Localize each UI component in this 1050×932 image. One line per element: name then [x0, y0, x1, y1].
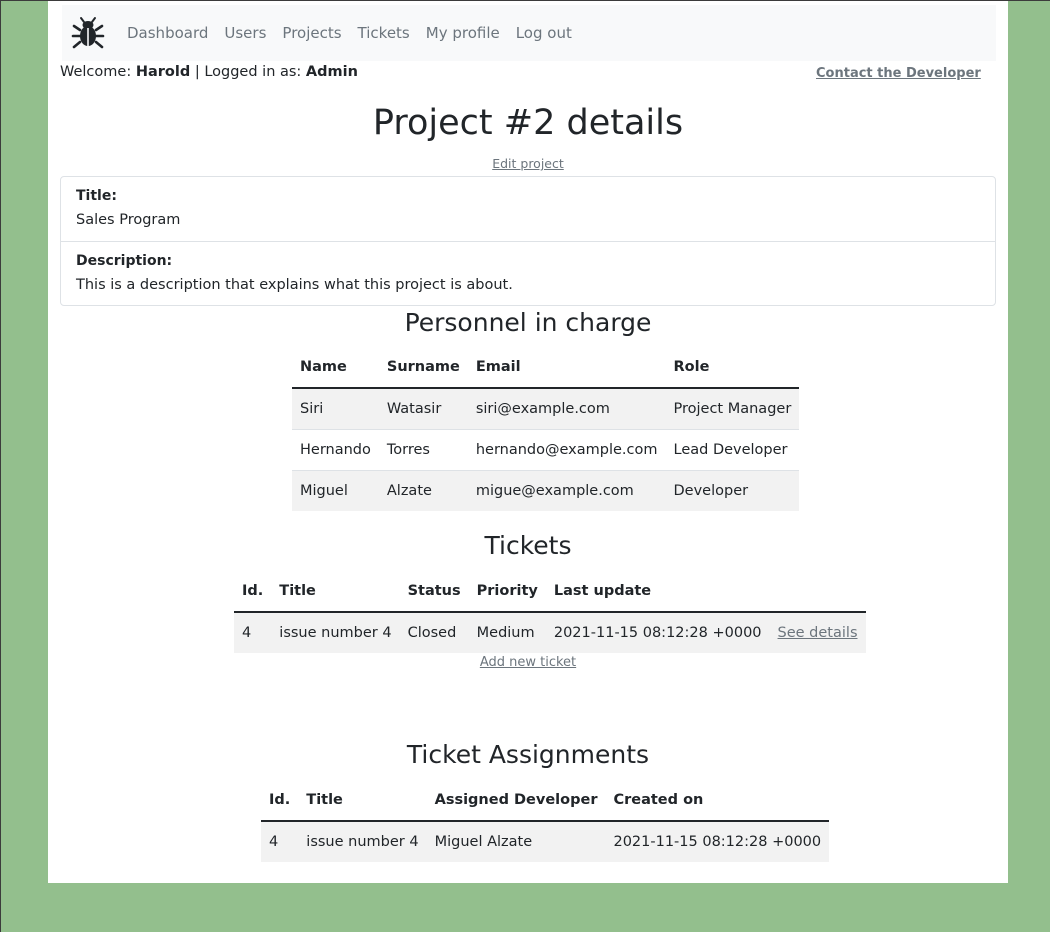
page-container: Dashboard Users Projects Tickets My prof… [48, 1, 1008, 883]
ticket-title: issue number 4 [271, 611, 400, 653]
project-description-label: Description: [76, 253, 173, 269]
welcome-user: Harold [135, 64, 191, 80]
column-header: Priority [468, 571, 546, 613]
table-cell: Hernando [292, 429, 379, 471]
table-row: 4 issue number 4 Miguel Alzate 2021-11-1… [261, 820, 830, 862]
column-header: Surname [378, 347, 468, 389]
column-header: Created on [605, 780, 830, 822]
column-header: Status [399, 571, 469, 613]
column-header: Last update [545, 571, 770, 613]
table-cell: Miguel [292, 470, 379, 511]
tickets-header-row: Id. Title Status Priority Last update [234, 571, 866, 613]
project-title-item: Title: Sales Program [61, 177, 995, 241]
welcome-separator: | Logged in as: [190, 64, 306, 80]
column-header: Title [298, 780, 427, 822]
table-cell: Watasir [378, 387, 468, 430]
nav-dashboard[interactable]: Dashboard [127, 24, 208, 42]
nav-projects[interactable]: Projects [282, 24, 341, 42]
table-cell: Torres [378, 429, 468, 471]
table-row: Hernando Torres hernando@example.com Lea… [292, 429, 800, 471]
nav-my-profile[interactable]: My profile [426, 24, 500, 42]
table-cell: Alzate [378, 470, 468, 511]
table-cell: 2021-11-15 08:12:28 +0000 [605, 820, 830, 862]
welcome-prefix: Welcome: [60, 64, 136, 80]
column-header-empty [769, 571, 866, 613]
nav-users[interactable]: Users [224, 24, 266, 42]
ticket-last-update: 2021-11-15 08:12:28 +0000 [545, 611, 770, 653]
table-cell: Lead Developer [665, 429, 800, 471]
edit-project-link[interactable]: Edit project [492, 156, 564, 171]
assignments-table: Id. Title Assigned Developer Created on … [261, 780, 830, 862]
tickets-table: Id. Title Status Priority Last update 4 … [234, 571, 866, 653]
add-ticket-container: Add new ticket [48, 655, 1008, 670]
personnel-header-row: Name Surname Email Role [292, 347, 800, 389]
page-title: Project #2 details [372, 103, 684, 143]
personnel-table: Name Surname Email Role Siri Watasir sir… [292, 347, 800, 511]
table-cell: migue@example.com [467, 470, 666, 511]
table-cell: Project Manager [665, 387, 800, 430]
column-header: Name [292, 347, 379, 389]
column-header: Assigned Developer [426, 780, 606, 822]
left-border [0, 0, 1, 932]
table-row: 4 issue number 4 Closed Medium 2021-11-1… [234, 611, 866, 653]
column-header: Title [271, 571, 400, 613]
nav-log-out[interactable]: Log out [516, 24, 572, 42]
column-header: Role [665, 347, 800, 389]
project-description-item: Description: This is a description that … [61, 241, 995, 306]
welcome-role: Admin [305, 64, 358, 80]
project-info-card: Title: Sales Program Description: This i… [60, 176, 996, 306]
tickets-heading: Tickets [484, 531, 572, 560]
welcome-message: Welcome: Harold | Logged in as: Admin [60, 64, 358, 80]
assignments-heading: Ticket Assignments [406, 740, 650, 769]
table-cell: 4 [261, 820, 299, 862]
nav-tickets[interactable]: Tickets [358, 24, 410, 42]
project-description-value: This is a description that explains what… [76, 277, 513, 293]
column-header: Id. [261, 780, 299, 822]
personnel-heading: Personnel in charge [404, 308, 652, 337]
edit-project-container: Edit project [48, 156, 1008, 171]
table-cell: Developer [665, 470, 800, 511]
contact-developer-link[interactable]: Contact the Developer [816, 66, 981, 81]
add-new-ticket-link[interactable]: Add new ticket [480, 655, 576, 670]
table-cell: Siri [292, 387, 379, 430]
see-details-link[interactable]: See details [778, 625, 858, 641]
column-header: Id. [234, 571, 272, 613]
table-cell: Miguel Alzate [426, 820, 606, 862]
ticket-id: 4 [234, 611, 272, 653]
column-header: Email [467, 347, 666, 389]
ticket-details-cell: See details [769, 611, 866, 653]
table-cell: siri@example.com [467, 387, 666, 430]
table-cell: issue number 4 [298, 820, 427, 862]
table-row: Miguel Alzate migue@example.com Develope… [292, 470, 800, 511]
ticket-priority: Medium [468, 611, 546, 653]
navbar: Dashboard Users Projects Tickets My prof… [62, 5, 996, 61]
bug-icon[interactable] [71, 16, 105, 50]
project-title-label: Title: [76, 188, 117, 204]
project-title-value: Sales Program [76, 212, 181, 228]
table-row: Siri Watasir siri@example.com Project Ma… [292, 387, 800, 430]
assignments-header-row: Id. Title Assigned Developer Created on [261, 780, 830, 822]
ticket-status: Closed [399, 611, 469, 653]
table-cell: hernando@example.com [467, 429, 666, 471]
